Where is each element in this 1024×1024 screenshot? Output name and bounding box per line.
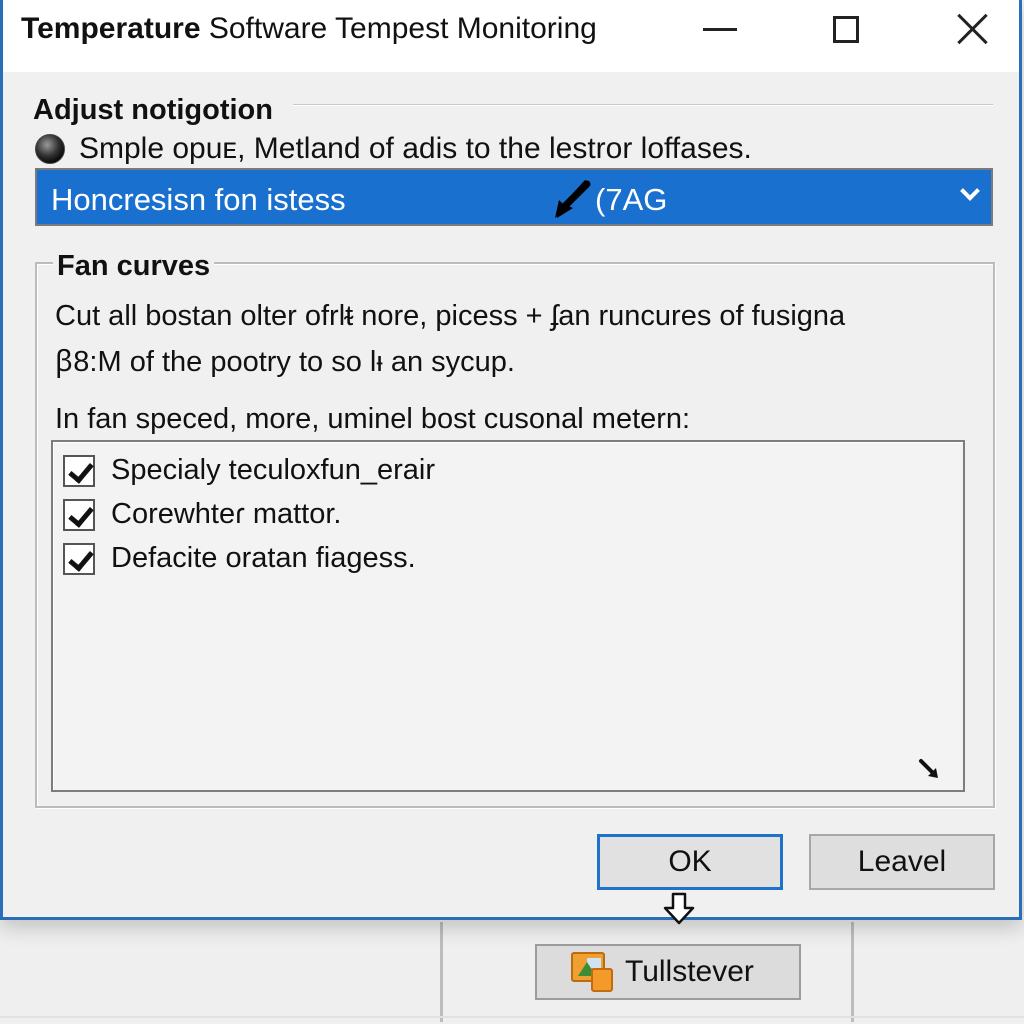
checkbox-checked[interactable] xyxy=(63,454,95,487)
options-listbox[interactable]: Specialy teculoxfun_erair Corewhteɾ matt… xyxy=(51,440,965,792)
ok-button[interactable]: OK xyxy=(597,834,783,890)
mode-dropdown[interactable]: Honcresisn fon istess (7AG xyxy=(35,168,993,226)
list-item-label: Specialy teculoxfun_erair xyxy=(111,454,436,486)
mouse-cursor-icon xyxy=(555,180,591,218)
taskbar-app-label: Tullstever xyxy=(625,955,754,988)
options-list-label: In fan speced, more, uminel bost cusonal… xyxy=(55,403,691,435)
cancel-button[interactable]: Leavel xyxy=(809,834,995,890)
section-divider xyxy=(293,104,993,106)
image-app-icon xyxy=(569,950,615,994)
title-bar[interactable]: Temperature Software Tempest Monitoring xyxy=(3,0,1019,72)
list-item[interactable]: Defacite oratan fiagess. xyxy=(63,542,416,575)
background-divider xyxy=(440,922,443,1022)
checkbox-checked[interactable] xyxy=(63,498,95,531)
cursor-arrow-icon xyxy=(919,759,938,778)
close-button[interactable] xyxy=(928,0,1018,58)
taskbar-app-button[interactable]: Tullstever xyxy=(535,944,801,1000)
maximize-icon xyxy=(833,15,859,43)
list-item-label: Defacite oratan fiagess. xyxy=(111,542,416,574)
radio-option[interactable]: Smple opuᴇ, Metland of adis to the lestr… xyxy=(35,132,752,166)
fan-curves-description: ꞵ8:M of the pootry to so lᵻ an sycup. xyxy=(55,346,515,378)
dropdown-suffix: (7AG xyxy=(595,182,668,217)
dropdown-selected-value: Honcresisn fon istess xyxy=(51,182,346,217)
close-icon xyxy=(957,13,989,45)
maximize-button[interactable] xyxy=(801,0,891,58)
window-title: Temperature Software Tempest Monitoring xyxy=(21,12,597,45)
minimize-button[interactable] xyxy=(675,0,765,58)
fan-curves-title: Fan curves xyxy=(53,250,215,283)
list-item[interactable]: Corewhteɾ mattor. xyxy=(63,498,341,531)
minimize-icon xyxy=(703,27,737,31)
chevron-down-icon[interactable] xyxy=(960,181,980,201)
fan-curves-description: Cut all bostan olter ofrlᵵ nore, picess … xyxy=(55,300,846,332)
arrow-down-icon xyxy=(663,892,695,925)
checkbox-checked[interactable] xyxy=(63,542,95,575)
background-divider xyxy=(0,1016,1024,1018)
list-item-label: Corewhteɾ mattor. xyxy=(111,498,342,530)
radio-button-selected[interactable] xyxy=(35,134,65,164)
radio-label: Smple opuᴇ, Metland of adis to the lestr… xyxy=(79,132,752,165)
background-divider xyxy=(851,922,854,1022)
settings-dialog: Temperature Software Tempest Monitoring … xyxy=(0,0,1022,920)
adjust-section-title: Adjust notigotion xyxy=(33,94,285,127)
list-item[interactable]: Specialy teculoxfun_erair xyxy=(63,454,435,487)
